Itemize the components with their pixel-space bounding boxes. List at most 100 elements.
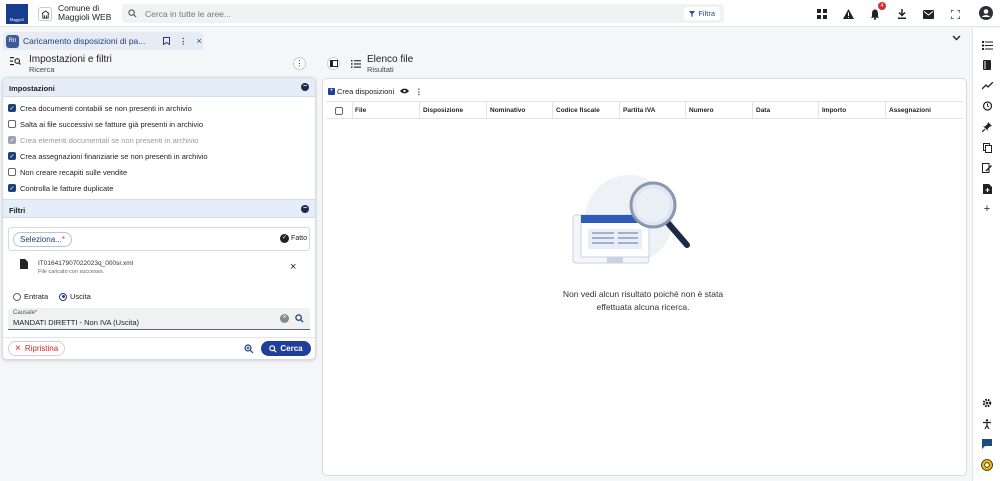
checkbox-disabled: ✓ bbox=[8, 136, 16, 144]
sidebar-toggle-icon[interactable] bbox=[327, 57, 340, 70]
file-select-box: Seleziona...* ✓ Fatto bbox=[8, 227, 310, 251]
setting-label: Salta ai file successivi se fatture già … bbox=[20, 119, 204, 129]
impostazioni-section-header[interactable]: Impostazioni − bbox=[3, 78, 315, 97]
column-header[interactable]: Partita IVA bbox=[623, 107, 655, 114]
setting-label: Non creare recapiti sulle vendite bbox=[20, 167, 128, 177]
setting-row[interactable]: Non creare recapiti sulle vendite bbox=[8, 166, 127, 178]
setting-label: Crea assegnazioni finanziarie se non pre… bbox=[20, 151, 208, 161]
left-panel-more-icon[interactable]: ⋮ bbox=[293, 57, 306, 70]
list-toolbar: + Crea disposizioni ⋮ bbox=[328, 84, 423, 98]
history-icon[interactable] bbox=[981, 100, 993, 112]
settings-filters-panel: Impostazioni − ✓ Crea documenti contabili… bbox=[2, 77, 316, 360]
edit-document-icon[interactable] bbox=[981, 162, 993, 174]
radio-button-selected[interactable] bbox=[59, 292, 67, 301]
setting-row[interactable]: Salta ai file successivi se fatture già … bbox=[8, 118, 203, 130]
left-panel-header: Impostazioni e filtri Ricerca ⋮ bbox=[10, 53, 310, 75]
filtri-section-header[interactable]: Filtri − bbox=[3, 199, 315, 218]
add-icon[interactable]: + bbox=[981, 203, 993, 215]
checkbox-unchecked[interactable] bbox=[8, 120, 16, 128]
help-icon[interactable] bbox=[981, 459, 993, 471]
column-header[interactable]: Codice fiscale bbox=[556, 107, 600, 114]
select-all-checkbox[interactable] bbox=[335, 107, 343, 115]
reset-button[interactable]: × Ripristina bbox=[8, 341, 66, 356]
checkbox-checked[interactable]: ✓ bbox=[8, 184, 16, 192]
maggioli-logo[interactable]: Maggioli bbox=[6, 4, 28, 24]
grid-icon[interactable] bbox=[816, 8, 828, 20]
list-icon[interactable] bbox=[981, 39, 993, 51]
global-search[interactable]: Cerca in tutte le aree... Filtra bbox=[122, 4, 724, 23]
setting-row[interactable]: ✓ Crea documenti contabili se non present… bbox=[8, 102, 192, 114]
column-header[interactable]: Numero bbox=[689, 107, 714, 114]
radio-uscita[interactable]: Uscita bbox=[59, 292, 91, 301]
account-icon[interactable] bbox=[979, 6, 993, 20]
causale-field[interactable]: Causale* MANDATI DIRETTI - Non IVA (Usci… bbox=[8, 308, 310, 330]
filter-icon bbox=[689, 10, 696, 17]
book-icon[interactable] bbox=[981, 59, 993, 71]
add-icon: + bbox=[328, 87, 335, 95]
search-icon bbox=[269, 344, 277, 353]
required-marker: * bbox=[35, 310, 38, 316]
app-title-line2: Maggioli WEB bbox=[58, 12, 112, 22]
clear-icon[interactable]: × bbox=[280, 314, 289, 323]
setting-row[interactable]: ✓ Crea assegnazioni finanziarie se non pr… bbox=[8, 150, 208, 162]
checkbox-checked[interactable]: ✓ bbox=[8, 104, 16, 112]
column-header[interactable]: Assegnazioni bbox=[889, 107, 931, 114]
settings-icon[interactable] bbox=[981, 397, 993, 409]
checkbox-unchecked[interactable] bbox=[8, 168, 16, 176]
search-button[interactable]: Cerca bbox=[261, 341, 311, 356]
column-header[interactable]: Nominativo bbox=[490, 107, 525, 114]
file-icon bbox=[20, 259, 28, 269]
collapse-icon[interactable]: − bbox=[301, 83, 309, 91]
column-header[interactable]: Importo bbox=[822, 107, 846, 114]
column-header[interactable]: Data bbox=[756, 107, 770, 114]
setting-label: Controlla le fatture duplicate bbox=[20, 183, 114, 193]
right-panel-subtitle: Risultati bbox=[367, 65, 394, 74]
filter-button[interactable]: Filtra bbox=[684, 7, 720, 20]
eye-icon[interactable] bbox=[400, 88, 410, 94]
home-icon[interactable] bbox=[38, 7, 52, 21]
checkbox-checked[interactable]: ✓ bbox=[8, 152, 16, 160]
empty-state-illustration-icon bbox=[572, 175, 690, 264]
zoom-in-icon[interactable] bbox=[244, 344, 254, 354]
right-panel-title: Elenco file bbox=[367, 54, 414, 65]
setting-row: ✓ Crea elementi documentali se non presen… bbox=[8, 134, 198, 146]
tab-caricamento-disposizioni[interactable]: Rn Caricamento disposizioni di pa... ⋮ × bbox=[3, 32, 203, 50]
required-marker: * bbox=[61, 235, 65, 244]
alert-icon[interactable] bbox=[842, 8, 854, 20]
accessibility-icon[interactable] bbox=[981, 418, 993, 430]
radio-button[interactable] bbox=[13, 292, 21, 301]
trend-icon[interactable] bbox=[981, 80, 993, 92]
select-file-button[interactable]: Seleziona...* bbox=[13, 232, 72, 247]
column-header[interactable]: File bbox=[355, 107, 366, 114]
tab-close-icon[interactable]: × bbox=[197, 36, 202, 46]
bell-icon[interactable] bbox=[869, 8, 881, 20]
file-add-icon[interactable] bbox=[981, 183, 993, 195]
mail-icon[interactable] bbox=[922, 8, 934, 20]
chevron-down-icon[interactable] bbox=[952, 33, 961, 43]
radio-entrata[interactable]: Entrata bbox=[13, 292, 48, 301]
create-disposizioni-button[interactable]: + Crea disposizioni bbox=[328, 87, 394, 96]
filter-label: Filtra bbox=[698, 9, 715, 18]
tab-more-icon[interactable]: ⋮ bbox=[179, 36, 188, 47]
chat-icon[interactable] bbox=[981, 438, 993, 450]
column-divider bbox=[419, 102, 420, 119]
toolbar-more-icon[interactable]: ⋮ bbox=[415, 87, 423, 96]
collapse-icon[interactable]: − bbox=[301, 205, 309, 213]
column-divider bbox=[685, 102, 686, 119]
fullscreen-icon[interactable] bbox=[949, 8, 961, 20]
remove-file-icon[interactable]: × bbox=[290, 261, 296, 273]
uploaded-file-item: IT01641790702​2023q_000sr.xml File caric… bbox=[8, 257, 310, 281]
copy-icon[interactable] bbox=[981, 142, 993, 154]
column-divider bbox=[619, 102, 620, 119]
pin-icon[interactable] bbox=[981, 121, 993, 133]
top-bar: Maggioli Comune di Maggioli WEB Cerca in… bbox=[0, 0, 1000, 27]
filtri-title: Filtri bbox=[9, 206, 26, 215]
column-header[interactable]: Disposizione bbox=[423, 107, 463, 114]
left-panel-subtitle: Ricerca bbox=[29, 65, 55, 74]
search-icon[interactable] bbox=[295, 314, 304, 323]
done-button[interactable]: ✓ Fatto bbox=[280, 234, 307, 243]
setting-row[interactable]: ✓ Controlla le fatture duplicate bbox=[8, 182, 113, 194]
search-placeholder[interactable]: Cerca in tutte le aree... bbox=[145, 9, 231, 19]
bookmark-icon[interactable] bbox=[163, 37, 170, 45]
download-icon[interactable] bbox=[896, 8, 908, 20]
